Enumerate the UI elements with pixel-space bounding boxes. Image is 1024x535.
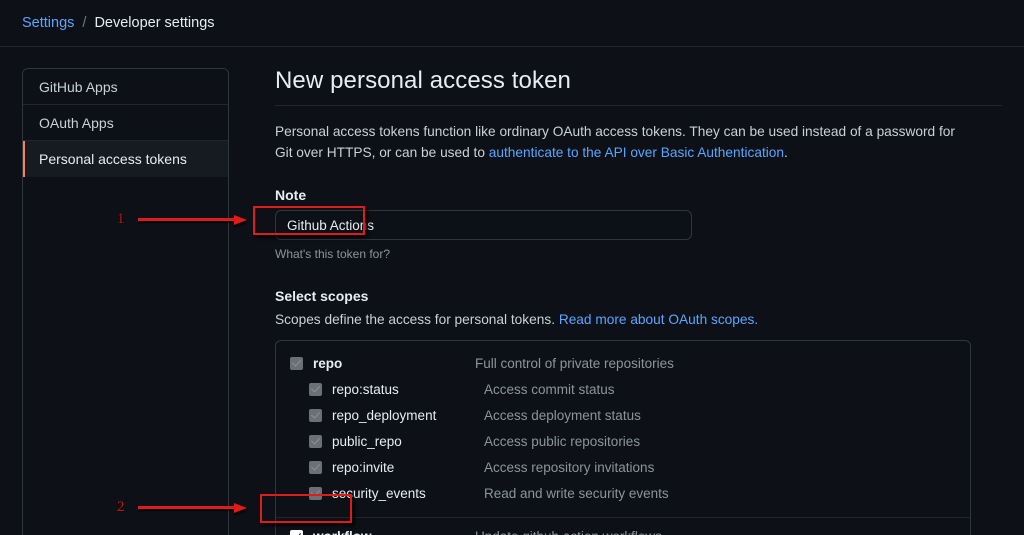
intro-text-part2: . [784, 145, 788, 161]
checkbox-repo[interactable] [290, 356, 303, 370]
scope-row-repo-invite[interactable]: repo:invite Access repository invitation… [276, 454, 970, 480]
scopes-description: Scopes define the access for personal to… [275, 312, 1002, 327]
annotation-number-2: 2 [117, 499, 125, 515]
scope-description: Read and write security events [484, 485, 669, 501]
title-divider [275, 105, 1002, 106]
scope-description: Update github action workflows [475, 529, 662, 535]
note-label: Note [275, 187, 307, 204]
annotation-arrow-2 [138, 503, 248, 513]
checkbox-repo-status[interactable] [309, 382, 322, 396]
scope-name: repo [313, 355, 343, 371]
breadcrumb-header: Settings / Developer settings [0, 0, 1024, 47]
annotation-number-1: 1 [117, 211, 125, 227]
scope-row-security-events[interactable]: security_events Read and write security … [276, 480, 970, 506]
select-scopes-label: Select scopes [275, 288, 369, 305]
scope-name: public_repo [332, 433, 402, 449]
sidebar-item-oauth-apps[interactable]: OAuth Apps [23, 105, 228, 141]
scope-row-repo-status[interactable]: repo:status Access commit status [276, 376, 970, 402]
checkbox-workflow[interactable] [290, 529, 303, 535]
repo-scope-group: repo Full control of private repositorie… [276, 341, 970, 517]
scope-description: Access public repositories [484, 433, 641, 449]
scope-name: workflow [313, 529, 475, 535]
breadcrumb-current: Developer settings [94, 15, 215, 31]
settings-sidebar: GitHub Apps OAuth Apps Personal access t… [22, 68, 229, 535]
intro-paragraph: Personal access tokens function like ord… [275, 121, 975, 163]
sidebar-item-label: OAuth Apps [39, 114, 114, 131]
scopes-box: repo Full control of private repositorie… [275, 340, 971, 535]
note-hint: What's this token for? [275, 247, 391, 262]
page-title: New personal access token [275, 67, 571, 94]
sidebar-item-label: GitHub Apps [39, 78, 118, 95]
scope-description: Access repository invitations [484, 459, 655, 475]
checkbox-repo-deployment[interactable] [309, 408, 322, 422]
scope-row-public-repo[interactable]: public_repo Access public repositories [276, 428, 970, 454]
scope-name: repo:status [332, 381, 399, 397]
workflow-scope-row[interactable]: workflow Update github action workflows [276, 517, 970, 535]
scope-name: repo_deployment [332, 407, 437, 423]
scope-name: repo:invite [332, 459, 395, 475]
scope-description: Access commit status [484, 381, 615, 397]
page-body: GitHub Apps OAuth Apps Personal access t… [0, 47, 1024, 535]
sidebar-item-personal-access-tokens[interactable]: Personal access tokens [23, 141, 228, 177]
sidebar-item-label: Personal access tokens [39, 151, 187, 167]
breadcrumb-settings-link[interactable]: Settings [22, 15, 74, 31]
checkbox-repo-invite[interactable] [309, 460, 322, 474]
main-content: New personal access token Personal acces… [229, 67, 1002, 535]
checkbox-security-events[interactable] [309, 486, 322, 500]
basic-authentication-link[interactable]: authenticate to the API over Basic Authe… [489, 145, 784, 160]
scope-row-repo[interactable]: repo Full control of private repositorie… [276, 350, 970, 376]
checkbox-public-repo[interactable] [309, 434, 322, 448]
scope-description: Access deployment status [484, 407, 641, 423]
scope-row-repo-deployment[interactable]: repo_deployment Access deployment status [276, 402, 970, 428]
breadcrumb-separator: / [82, 15, 87, 31]
oauth-scopes-link[interactable]: Read more about OAuth scopes. [559, 312, 758, 327]
scope-description: Full control of private repositories [475, 355, 674, 371]
note-input[interactable] [275, 210, 692, 241]
annotation-arrow-1 [138, 215, 248, 225]
scopes-description-text: Scopes define the access for personal to… [275, 312, 559, 328]
sidebar-item-github-apps[interactable]: GitHub Apps [23, 69, 228, 105]
scope-name: security_events [332, 485, 426, 501]
